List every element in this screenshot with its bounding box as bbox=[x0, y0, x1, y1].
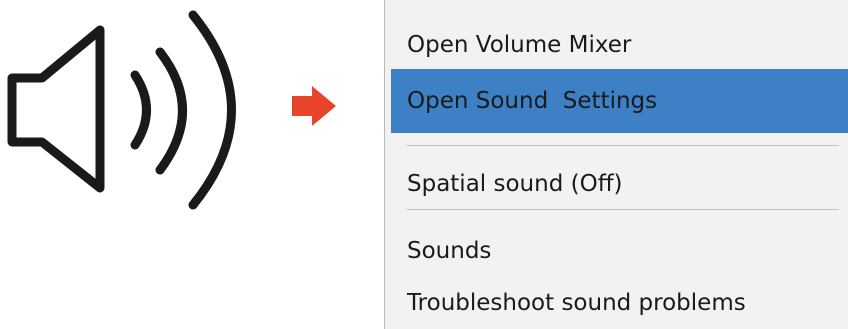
sound-wave-small bbox=[130, 70, 151, 150]
menu-separator bbox=[407, 145, 839, 146]
sound-context-menu: Open Volume Mixer Open Sound Settings Sp… bbox=[384, 0, 848, 329]
menu-item-troubleshoot-sound-problems[interactable]: Troubleshoot sound problems bbox=[391, 271, 848, 329]
menu-item-open-volume-mixer[interactable]: Open Volume Mixer bbox=[391, 13, 848, 77]
speaker-volume-icon[interactable] bbox=[0, 0, 260, 260]
menu-item-label: Spatial sound (Off) bbox=[407, 171, 623, 197]
right-arrow-icon bbox=[292, 86, 336, 126]
sound-wave-large bbox=[188, 10, 236, 210]
screenshot-stage: Open Volume Mixer Open Sound Settings Sp… bbox=[0, 0, 848, 329]
menu-item-open-sound-settings[interactable]: Open Sound Settings bbox=[391, 69, 848, 133]
speaker-body bbox=[7, 25, 105, 193]
menu-item-label: Open Volume Mixer bbox=[407, 32, 632, 58]
sound-wave-medium bbox=[155, 47, 187, 175]
menu-item-label: Open Sound Settings bbox=[407, 88, 658, 114]
menu-item-label: Sounds bbox=[407, 238, 492, 264]
menu-separator bbox=[407, 209, 839, 210]
menu-item-spatial-sound[interactable]: Spatial sound (Off) bbox=[391, 152, 848, 216]
menu-item-label: Troubleshoot sound problems bbox=[407, 290, 746, 316]
